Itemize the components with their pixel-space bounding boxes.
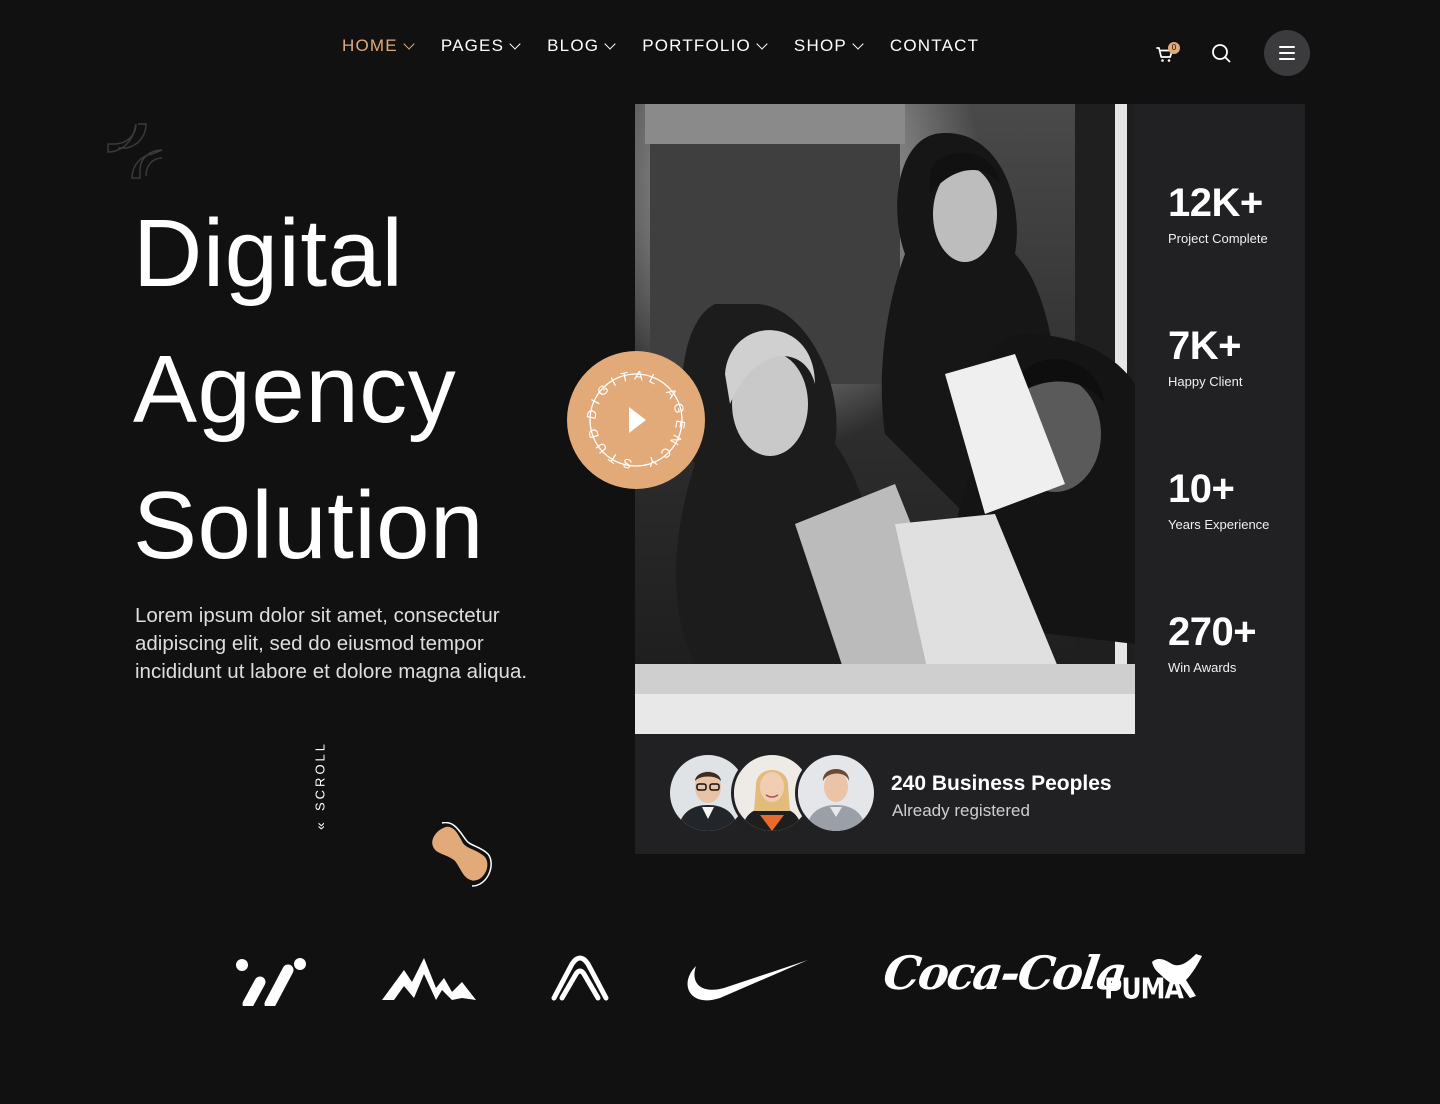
registered-count: 240 Business Peoples xyxy=(891,772,1112,795)
cart-count-badge: 0 xyxy=(1168,42,1180,54)
puma-wordmark: PUMA xyxy=(1104,971,1184,1006)
decorative-blob-icon xyxy=(429,822,492,887)
nav-item-label: PORTFOLIO xyxy=(642,36,751,55)
decorative-shape-icon xyxy=(107,123,163,179)
nav-item-label: HOME xyxy=(342,36,398,55)
nav-item-pages[interactable]: PAGES xyxy=(440,36,521,56)
brand-logo-strokes-icon xyxy=(236,958,306,1006)
team-photo-image xyxy=(635,104,1135,734)
brand-logo-puma: PUMA xyxy=(1104,952,1204,1008)
main-nav: HOME PAGES BLOG PORTFOLIO SHOP CONTACT xyxy=(342,36,1007,56)
circular-badge: DIGITAL AGENCY STUDIO xyxy=(558,338,705,489)
nav-item-home[interactable]: HOME xyxy=(342,36,415,56)
stat-value: 10+ xyxy=(1168,467,1235,511)
hero-title-line: Agency xyxy=(133,336,457,443)
chevron-down-icon xyxy=(604,37,616,50)
scroll-text-wrap: « SCROLL xyxy=(312,730,328,830)
hero-title-line: Digital xyxy=(133,200,404,307)
chevron-down-icon xyxy=(403,37,415,50)
hamburger-line xyxy=(1279,52,1295,54)
stat-item: 12K+ Project Complete xyxy=(1168,182,1269,325)
stat-item: 7K+ Happy Client xyxy=(1168,325,1269,468)
stat-value: 270+ xyxy=(1168,610,1257,654)
scroll-indicator[interactable]: « SCROLL xyxy=(312,730,342,830)
chevron-down-icon xyxy=(852,37,864,50)
scroll-label: SCROLL xyxy=(312,741,328,812)
hero-media-panel: 12K+ Project Complete 7K+ Happy Client 1… xyxy=(635,104,1305,854)
nav-item-label: CONTACT xyxy=(889,36,980,55)
brand-logo-mountain-icon xyxy=(382,958,476,1000)
hamburger-menu-icon xyxy=(1279,46,1295,48)
hamburger-menu-button[interactable] xyxy=(1264,30,1310,76)
nav-item-label: BLOG xyxy=(547,36,600,55)
brand-logo-swoosh-icon xyxy=(687,960,808,1001)
hamburger-line xyxy=(1279,58,1295,60)
nav-item-contact[interactable]: CONTACT xyxy=(890,36,979,56)
stats-list: 12K+ Project Complete 7K+ Happy Client 1… xyxy=(1168,182,1269,754)
brand-logos: Coca-Cola PUMA xyxy=(0,940,1440,1020)
header-actions: 0 xyxy=(1150,30,1310,76)
team-photo xyxy=(635,104,1135,734)
hero-description: Lorem ipsum dolor sit amet, consectetur … xyxy=(135,604,528,683)
stat-label: Happy Client xyxy=(1168,374,1243,389)
avatar-image xyxy=(798,755,874,831)
nav-item-label: SHOP xyxy=(793,36,847,55)
nav-item-portfolio[interactable]: PORTFOLIO xyxy=(642,36,768,56)
chevron-down-icon xyxy=(509,37,521,50)
chevron-down-icon xyxy=(756,37,768,50)
play-video-button[interactable]: DIGITAL AGENCY STUDIO xyxy=(558,338,706,490)
stat-label: Project Complete xyxy=(1168,231,1268,246)
stat-label: Years Experience xyxy=(1168,517,1270,532)
avatar-group xyxy=(667,752,877,836)
nav-item-shop[interactable]: SHOP xyxy=(793,36,864,56)
brand-logo-coca-cola: Coca-Cola xyxy=(880,946,1129,1000)
hero-title: Digital Agency Solution xyxy=(133,186,613,594)
brand-logo-arch-icon xyxy=(551,955,609,1001)
stat-value: 7K+ xyxy=(1168,324,1242,368)
hero-title-line: Solution xyxy=(133,472,484,579)
cart-button[interactable]: 0 xyxy=(1150,38,1180,68)
nav-item-label: PAGES xyxy=(440,36,505,55)
stat-item: 10+ Years Experience xyxy=(1168,468,1269,611)
registered-subtitle: Already registered xyxy=(892,801,1030,820)
stat-value: 12K+ xyxy=(1168,181,1263,225)
avatar xyxy=(795,752,877,834)
double-chevron-down-icon: « xyxy=(312,819,328,830)
stat-item: 270+ Win Awards xyxy=(1168,611,1269,754)
search-icon xyxy=(1212,44,1231,63)
nav-item-blog[interactable]: BLOG xyxy=(547,36,616,56)
stat-label: Win Awards xyxy=(1168,660,1237,675)
registered-users: 240 Business Peoples Already registered xyxy=(635,734,1305,854)
search-button[interactable] xyxy=(1206,38,1236,68)
